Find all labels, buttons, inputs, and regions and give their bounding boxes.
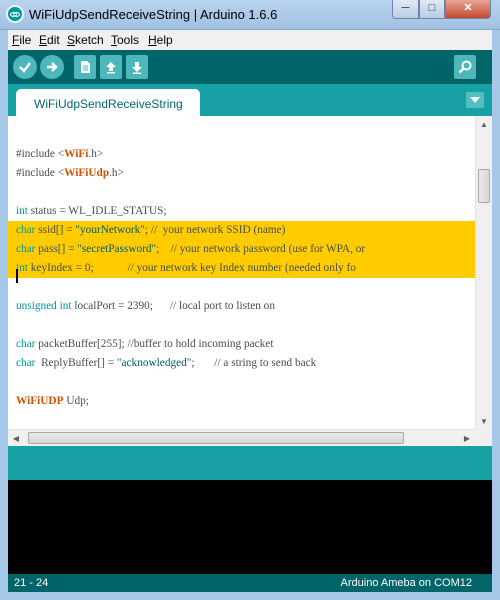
scroll-up-icon[interactable]: ▲ (476, 116, 492, 132)
code-token: ; // your network SSID (name) (144, 224, 286, 236)
code-token: status = WL_IDLE_STATUS; (27, 205, 167, 217)
new-icon (81, 61, 90, 73)
menu-tools[interactable]: Tools (111, 33, 139, 47)
code-token: #include < (16, 148, 65, 160)
horizontal-scrollbar[interactable]: ◀ ▶ (8, 429, 475, 446)
line-range: 21 - 24 (14, 577, 49, 589)
scrollbar-corner (475, 429, 492, 446)
close-button[interactable]: ✕ (445, 0, 491, 19)
code-token: char (16, 224, 36, 236)
code-token: ssid[] = (35, 224, 76, 236)
tab-menu-button[interactable] (466, 92, 484, 108)
code-token: "yourNetwork" (75, 224, 145, 236)
code-token: ; // your network password (use for WPA,… (156, 243, 366, 255)
code-line: char packetBuffer[255]; //buffer to hold… (16, 335, 475, 354)
code-line: char ReplyBuffer[] = "acknowledged"; // … (16, 354, 475, 373)
code-token: Udp; (63, 395, 89, 407)
code-token: char (16, 243, 36, 255)
open-icon (106, 62, 116, 74)
code-token: int (59, 300, 72, 312)
console-output[interactable] (8, 480, 492, 574)
title-bar: WiFiUdpSendReceiveString | Arduino 1.6.6… (0, 0, 500, 30)
menu-help[interactable]: Help (148, 33, 173, 47)
code-token: ; // a string to send back (191, 357, 317, 369)
tab-strip: WiFiUdpSendReceiveString (8, 84, 492, 116)
window-frame-bottom (0, 592, 500, 600)
code-token: "acknowledged" (116, 357, 192, 369)
code-token: unsigned (16, 300, 57, 312)
code-token: WiFiUDP (16, 395, 64, 407)
menu-edit[interactable]: Edit (39, 33, 60, 47)
message-area (8, 446, 492, 480)
code-line-selected: char ssid[] = "yourNetwork"; // your net… (8, 221, 475, 240)
window-title: WiFiUdpSendReceiveString | Arduino 1.6.6 (29, 7, 278, 22)
verify-icon (19, 62, 31, 73)
new-button[interactable] (74, 55, 96, 79)
serial-monitor-icon (458, 60, 472, 74)
code-token: int (16, 205, 28, 217)
code-editor[interactable]: #include <WiFi.h> #include <WiFiUdp.h> int… (8, 116, 475, 429)
upload-icon (47, 62, 58, 72)
code-token: .h> (88, 148, 104, 160)
serial-monitor-button[interactable] (454, 55, 476, 79)
menu-bar: File Edit Sketch Tools Help (0, 30, 500, 50)
code-token: "secretPassword" (77, 243, 157, 255)
open-button[interactable] (100, 55, 122, 79)
code-line-selected: char pass[] = "secretPassword"; // your … (8, 240, 475, 259)
code-token: WiFi (64, 148, 89, 160)
minimize-button[interactable]: ─ (392, 0, 419, 19)
horizontal-scroll-thumb[interactable] (28, 432, 404, 444)
vertical-scroll-thumb[interactable] (478, 169, 490, 203)
code-token: char (16, 338, 36, 350)
status-bar: 21 - 24 Arduino Ameba on COM12 (8, 574, 492, 592)
code-line-selected: int keyIndex = 0; // your network key In… (8, 259, 475, 278)
arduino-logo-icon (6, 5, 24, 23)
text-cursor (16, 269, 18, 283)
code-line: WiFiUDP Udp; (16, 392, 475, 411)
vertical-scrollbar[interactable]: ▲ ▼ (475, 116, 492, 429)
menu-file[interactable]: File (12, 33, 31, 47)
code-token: #include < (16, 167, 65, 179)
code-line: unsigned int localPort = 2390; // local … (16, 297, 475, 316)
code-token: pass[] = (35, 243, 78, 255)
save-button[interactable] (126, 55, 148, 79)
code-line: #include <WiFi.h> (16, 145, 475, 164)
verify-button[interactable] (13, 55, 37, 79)
menu-sketch[interactable]: Sketch (67, 33, 104, 47)
chevron-down-icon (470, 97, 480, 103)
scroll-left-icon[interactable]: ◀ (8, 430, 24, 446)
board-info: Arduino Ameba on COM12 (340, 577, 472, 589)
toolbar (8, 50, 492, 84)
code-token: .h> (109, 167, 124, 179)
tab-sketch[interactable]: WiFiUdpSendReceiveString (16, 89, 200, 116)
code-token: char (16, 357, 36, 369)
code-token: ReplyBuffer[] = (35, 357, 117, 369)
code-line: #include <WiFiUdp.h> (16, 164, 475, 183)
code-token: packetBuffer[255]; //buffer to hold inco… (35, 338, 274, 350)
code-token: keyIndex = 0; // your network key Index … (27, 262, 356, 274)
code-token: WiFiUdp (64, 167, 110, 179)
maximize-button[interactable]: □ (419, 0, 445, 19)
code-token: localPort = 2390; // local port to liste… (71, 300, 275, 312)
upload-button[interactable] (40, 55, 64, 79)
save-icon (132, 62, 142, 74)
code-line: int status = WL_IDLE_STATUS; (16, 202, 475, 221)
scroll-down-icon[interactable]: ▼ (476, 413, 492, 429)
scroll-right-icon[interactable]: ▶ (459, 430, 475, 446)
